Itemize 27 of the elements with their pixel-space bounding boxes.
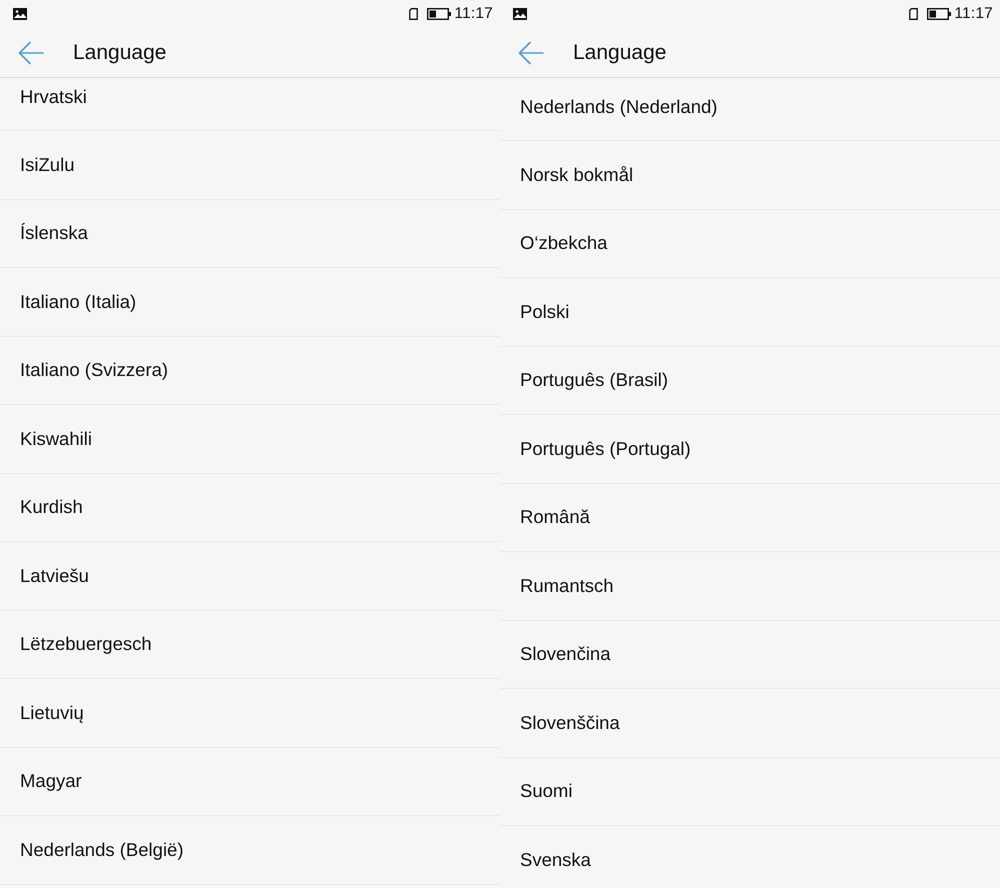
screen-title: Language (573, 40, 666, 66)
clock-time: 11:17 (454, 5, 493, 23)
image-icon (13, 8, 27, 20)
language-item[interactable]: Slovenčina (500, 620, 1000, 689)
language-item[interactable]: Nederlands (Nederland) (500, 78, 1000, 141)
language-item[interactable]: Polski (500, 278, 1000, 346)
screen-title: Language (73, 40, 166, 66)
language-item[interactable]: Svenska (500, 826, 1000, 888)
language-item[interactable]: Slovenščina (500, 689, 1000, 758)
language-item[interactable]: Română (500, 484, 1000, 552)
image-icon (513, 8, 527, 20)
language-item[interactable]: Hrvatski (0, 78, 500, 131)
battery-icon (427, 8, 452, 20)
sim-card-icon (409, 8, 418, 20)
language-item[interactable]: Português (Portugal) (500, 415, 1000, 484)
battery-icon (927, 8, 952, 20)
language-item[interactable]: Rumantsch (500, 552, 1000, 620)
sim-card-icon (909, 8, 918, 20)
language-item[interactable]: Português (Brasil) (500, 346, 1000, 415)
language-item[interactable]: Norsk bokmål (500, 141, 1000, 210)
back-arrow-icon (518, 40, 544, 64)
back-arrow-icon (18, 40, 44, 64)
clock-time: 11:17 (954, 5, 993, 23)
back-button[interactable] (18, 40, 44, 64)
back-button[interactable] (518, 40, 544, 64)
language-item[interactable]: Suomi (500, 758, 1000, 826)
language-item[interactable]: O‘zbekcha (500, 210, 1000, 278)
